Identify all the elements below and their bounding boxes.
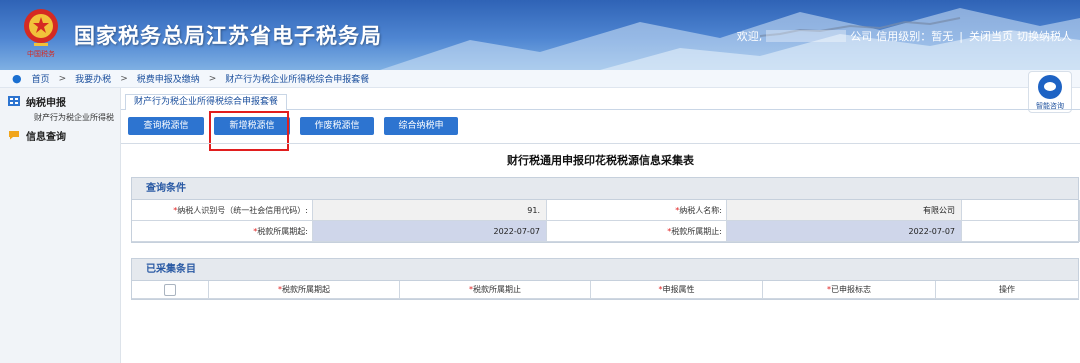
collected-table-header: * 税款所属期起 * 税款所属期止 * 申报属性 * 已申报标志 操作 [132, 281, 1079, 299]
column-declared-flag: * 已申报标志 [763, 281, 936, 299]
action-buttons: 查询税源信息 新增税源信息 作废税源信息 综合纳税申报 [128, 117, 458, 149]
tax-emblem-logo: 中国税务 [24, 9, 58, 58]
sidebar: 纳税申报 财产行为税企业所得税 信息查询 [0, 88, 121, 363]
column-operation: 操作 [936, 281, 1079, 299]
breadcrumb-declare-pay[interactable]: 税费申报及缴纳 [137, 72, 200, 85]
separator: | [959, 29, 963, 43]
select-all-cell [132, 281, 209, 299]
breadcrumb-arrow: > [208, 73, 217, 84]
taxpayer-id-field[interactable]: 91. [313, 200, 547, 221]
sidebar-group-label: 信息查询 [26, 131, 66, 143]
tab-strip: 财产行为税企业所得税综合申报套餐 [121, 92, 1080, 110]
breadcrumb-do-tax[interactable]: 我要办税 [75, 72, 111, 85]
welcome-text: 欢迎, [736, 30, 763, 43]
site-header: 中国税务 国家税务总局江苏省电子税务局 欢迎, 公司 信用级别：暂无 | 关闭当… [0, 0, 1080, 70]
taxpayer-id-label: * 纳税人识别号（统一社会信用代码）: [132, 200, 313, 221]
query-table: * 纳税人识别号（统一社会信用代码）: 91. * 纳税人名称: 有限公司 * 税款所… [132, 200, 1080, 242]
user-bar: 欢迎, 公司 信用级别：暂无 | 关闭当页 切换纳税人 [737, 28, 1072, 44]
column-period-start: * 税款所属期起 [209, 281, 400, 299]
sidebar-group-tax-declaration[interactable]: 纳税申报 [0, 92, 120, 110]
empty-cell [962, 221, 1080, 242]
period-start-field[interactable]: 2022-07-07 [313, 221, 547, 242]
select-all-checkbox[interactable] [164, 283, 176, 296]
collected-panel: 已采集条目 * 税款所属期起 * 税款所属期止 * 申报属性 * 已申报标志 操作 [131, 258, 1079, 300]
period-end-label: * 税款所属期止: [547, 221, 727, 242]
breadcrumb: ● 首页 > 我要办税 > 税费申报及缴纳 > 财产行为税企业所得税综合申报套餐 [0, 70, 1080, 88]
company-suffix: 公司 [850, 30, 873, 43]
redacted-company-name [766, 30, 847, 42]
credit-level: 信用级别：暂无 [876, 30, 954, 43]
breadcrumb-arrow: > [58, 73, 67, 84]
query-panel-heading: 查询条件 [132, 178, 1078, 200]
sidebar-item-property-tax[interactable]: 财产行为税企业所得税 [0, 110, 120, 126]
query-panel: 查询条件 * 纳税人识别号（统一社会信用代码）: 91. * 纳税人名称: 有限公司… [131, 177, 1080, 243]
location-pin-icon: ● [12, 72, 22, 85]
site-title: 国家税务总局江苏省电子税务局 [74, 24, 382, 48]
tab-comprehensive-declaration[interactable]: 财产行为税企业所得税综合申报套餐 [125, 94, 288, 110]
void-source-button[interactable]: 作废税源信息 [300, 117, 374, 149]
empty-cell [962, 200, 1080, 221]
taxpayer-name-label: * 纳税人名称: [547, 200, 727, 221]
taxpayer-name-field[interactable]: 有限公司 [727, 200, 962, 221]
comprehensive-declare-button[interactable]: 综合纳税申报 [384, 117, 458, 149]
sidebar-group-label: 纳税申报 [26, 97, 66, 109]
column-period-end: * 税款所属期止 [400, 281, 591, 299]
form-title: 财行税通用申报印花税税源信息采集表 [507, 154, 694, 167]
switch-taxpayer-link[interactable]: 切换纳税人 [1017, 28, 1072, 44]
grid-icon [8, 96, 20, 106]
sidebar-group-info-query[interactable]: 信息查询 [0, 126, 120, 144]
svg-text:中国税务: 中国税务 [27, 49, 55, 58]
period-end-field[interactable]: 2022-07-07 [727, 221, 962, 242]
query-source-button[interactable]: 查询税源信息 [128, 117, 204, 149]
close-page-link[interactable]: 关闭当页 [969, 28, 1013, 44]
column-declare-attribute: * 申报属性 [591, 281, 763, 299]
breadcrumb-home[interactable]: 首页 [32, 72, 50, 85]
breadcrumb-arrow: > [120, 73, 128, 84]
breadcrumb-current: 财产行为税企业所得税综合申报套餐 [225, 75, 370, 85]
collected-panel-heading: 已采集条目 [132, 259, 1078, 281]
chat-bubble-icon [9, 131, 19, 140]
divider [121, 143, 1080, 144]
period-start-label: * 税款所属期起: [132, 221, 313, 242]
highlight-box [209, 111, 289, 151]
